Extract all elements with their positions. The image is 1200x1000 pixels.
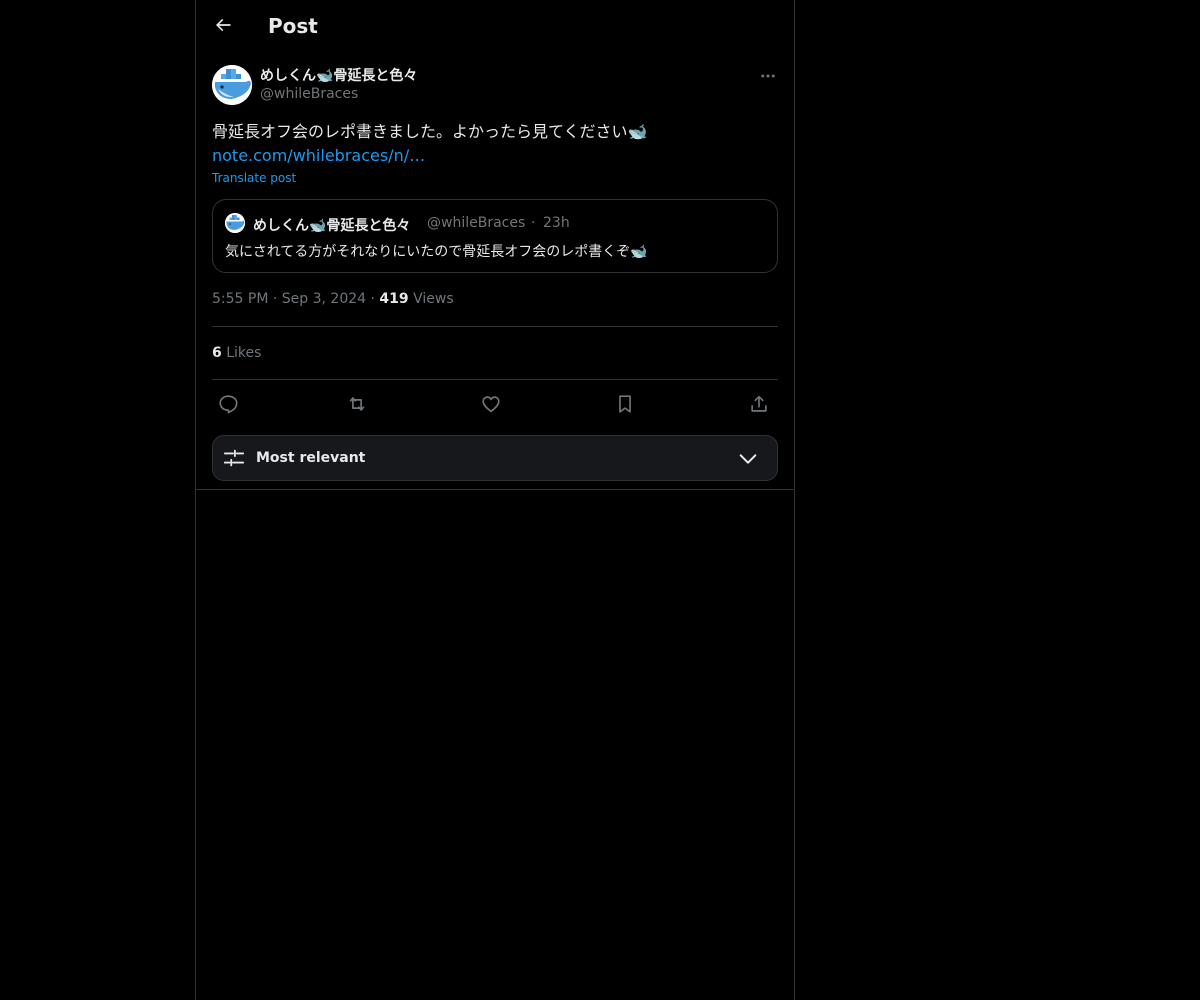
post-link[interactable]: note.com/whilebraces/n/… (212, 144, 425, 168)
quote-timestamp: 23h (543, 215, 570, 231)
likes-link[interactable]: 6 Likes (212, 345, 261, 361)
post-column: Post めしくん🐋骨延長と色々 @whileBraces 骨延長オフ会のレポ書… (195, 0, 795, 1000)
post-date[interactable]: Sep 3, 2024 (282, 291, 366, 307)
translate-post-link[interactable]: Translate post (212, 171, 296, 185)
reply-button[interactable] (214, 390, 242, 418)
quoted-post[interactable]: めしくん🐋骨延長と色々 @whileBraces · 23h 気にされてる方がそ… (212, 199, 778, 273)
page-title: Post (268, 14, 318, 38)
post-header: Post (196, 0, 794, 54)
like-button[interactable] (477, 390, 505, 418)
heart-icon (482, 396, 500, 413)
post-time[interactable]: 5:55 PM (212, 291, 268, 307)
author-avatar[interactable] (212, 65, 252, 105)
author-name[interactable]: めしくん🐋骨延長と色々 (260, 65, 417, 85)
bookmark-icon (619, 395, 631, 413)
post-actions (212, 390, 778, 418)
back-button[interactable] (206, 8, 240, 42)
repost-icon (349, 397, 365, 411)
likes-label: Likes (226, 345, 262, 361)
post-text: 骨延長オフ会のレポ書きました。よかったら見てください🐋 (212, 122, 648, 141)
sort-label: Most relevant (256, 450, 366, 466)
divider (212, 379, 778, 380)
quote-text: 気にされてる方がそれなりにいたので骨延長オフ会のレポ書くぞ🐋 (225, 244, 648, 260)
quote-author-handle: @whileBraces (427, 215, 526, 231)
more-options-button[interactable] (756, 64, 780, 88)
chevron-down-icon (739, 454, 757, 464)
divider (212, 326, 778, 327)
author-handle[interactable]: @whileBraces (260, 86, 358, 102)
views-label: Views (413, 291, 454, 307)
views-count: 419 (379, 291, 409, 307)
section-divider (196, 489, 794, 490)
repost-button[interactable] (343, 390, 371, 418)
post-meta: 5:55 PM · Sep 3, 2024 · 419 Views (212, 291, 454, 307)
likes-count: 6 (212, 345, 222, 361)
more-horizontal-icon (761, 74, 775, 78)
meta-separator: · (272, 291, 282, 307)
share-button[interactable] (745, 390, 773, 418)
sliders-icon (223, 449, 245, 467)
quote-separator: · (531, 215, 536, 231)
reply-icon (219, 395, 238, 414)
quote-author-avatar (225, 213, 245, 233)
arrow-left-icon (216, 18, 231, 32)
whale-avatar-icon (212, 65, 252, 105)
quote-author-name: めしくん🐋骨延長と色々 (253, 218, 411, 234)
bookmark-button[interactable] (611, 390, 639, 418)
whale-avatar-icon (225, 213, 245, 233)
share-icon (751, 395, 767, 412)
reply-sort-dropdown[interactable]: Most relevant (212, 435, 778, 481)
